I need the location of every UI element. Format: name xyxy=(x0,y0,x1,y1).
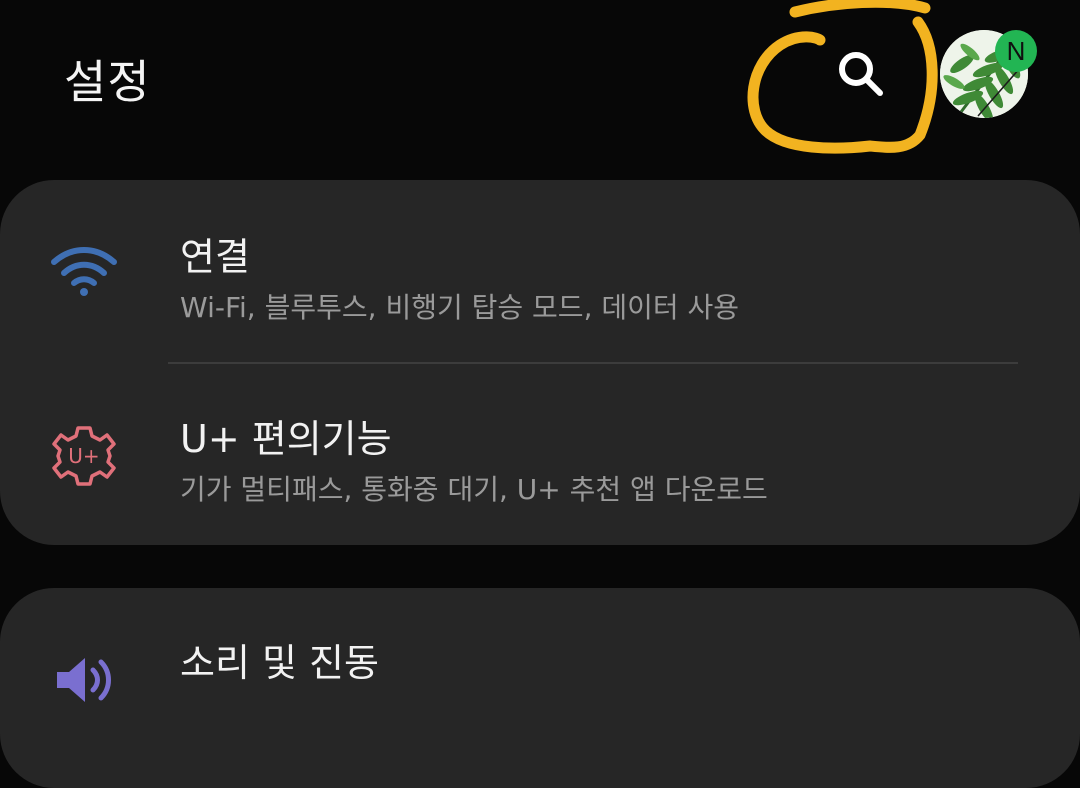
svg-text:U+: U+ xyxy=(68,444,99,468)
uplus-icon-wrap: U+ xyxy=(48,420,120,492)
settings-card-sound: 소리 및 진동 xyxy=(0,588,1080,788)
settings-item-uplus[interactable]: U+ U+ 편의기능 기가 멀티패스, 통화중 대기, U+ 추천 앱 다운로드 xyxy=(0,364,1080,545)
avatar-badge: N xyxy=(995,30,1037,72)
search-icon xyxy=(839,52,883,96)
settings-item-connections[interactable]: 연결 Wi-Fi, 블루투스, 비행기 탑승 모드, 데이터 사용 xyxy=(0,180,1080,362)
uplus-title: U+ 편의기능 xyxy=(180,417,392,461)
uplus-subtitle: 기가 멀티패스, 통화중 대기, U+ 추천 앱 다운로드 xyxy=(180,473,768,506)
sound-title: 소리 및 진동 xyxy=(180,641,379,685)
volume-icon xyxy=(57,658,111,702)
search-button[interactable] xyxy=(828,44,894,104)
uplus-gear-icon: U+ xyxy=(52,426,116,486)
wifi-icon xyxy=(51,247,117,296)
page-title: 설정 xyxy=(64,55,151,109)
connections-title: 연결 xyxy=(180,235,250,279)
settings-item-sound[interactable]: 소리 및 진동 xyxy=(0,588,1080,788)
wifi-icon-wrap xyxy=(48,234,120,306)
settings-card-connections: 연결 Wi-Fi, 블루투스, 비행기 탑승 모드, 데이터 사용 U+ U+ … xyxy=(0,180,1080,545)
app-header: 설정 N xyxy=(0,0,1080,170)
connections-subtitle: Wi-Fi, 블루투스, 비행기 탑승 모드, 데이터 사용 xyxy=(180,291,740,324)
volume-icon-wrap xyxy=(48,644,120,716)
